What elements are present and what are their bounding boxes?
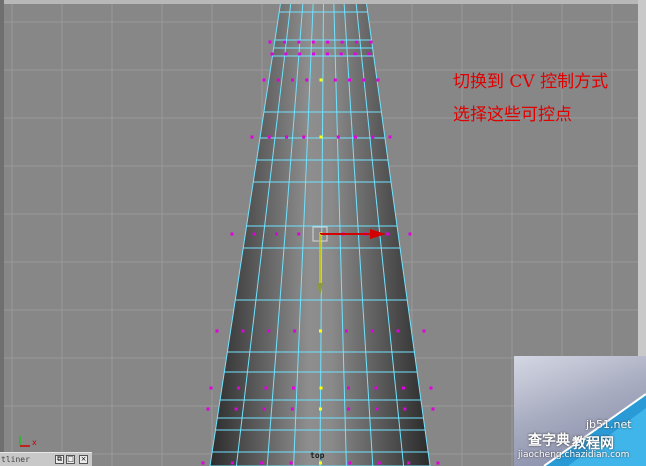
cv-point (431, 407, 435, 411)
cv-point (215, 329, 219, 333)
cv-point (260, 461, 264, 465)
cv-point (348, 461, 352, 465)
cv-point (408, 232, 412, 236)
cv-point (234, 407, 238, 411)
cv-point (347, 407, 351, 411)
cv-point (422, 329, 426, 333)
cv-point (370, 329, 374, 333)
cv-point (388, 135, 392, 139)
cv-point (305, 78, 309, 82)
cv-point (355, 40, 359, 44)
cv-point (268, 40, 272, 44)
cv-point (291, 78, 294, 82)
cv-point (407, 461, 411, 465)
restore-icon[interactable]: ⧉ (55, 455, 64, 464)
maximize-icon[interactable]: □ (66, 455, 75, 464)
cv-point-selected (319, 407, 322, 411)
cv-point (290, 407, 294, 411)
cv-point (333, 78, 337, 82)
annotation-select-points: 选择这些可控点 (453, 105, 572, 125)
cv-point (374, 386, 378, 390)
cv-point (312, 52, 316, 56)
cv-point (344, 329, 348, 333)
cv-point (347, 386, 350, 390)
cv-point (367, 52, 371, 56)
cv-point-selected (319, 329, 322, 333)
watermark-domain: jb51.net (586, 418, 632, 431)
cv-point (375, 407, 379, 411)
camera-label: top (310, 451, 325, 460)
cv-point (403, 407, 407, 411)
cv-point (369, 40, 373, 44)
cv-point (270, 52, 274, 56)
cv-point (276, 78, 280, 82)
cv-point (252, 232, 256, 236)
cv-point (311, 40, 315, 44)
cv-point (209, 386, 213, 390)
watermark-site-name: 查字典 (528, 433, 570, 449)
cv-point (230, 232, 234, 236)
cv-point (436, 461, 440, 465)
cv-point (402, 386, 405, 390)
cv-point (285, 135, 288, 139)
cv-point (250, 135, 254, 139)
cv-point-selected (319, 386, 323, 390)
cv-point (267, 329, 271, 333)
annotation-switch-cv: 切换到 CV 控制方式 (453, 72, 609, 92)
axis-x-label: x (32, 438, 37, 447)
cv-point (325, 52, 329, 56)
cv-point (348, 78, 351, 82)
cv-point (429, 386, 433, 390)
cv-point (289, 461, 293, 465)
cv-point (284, 52, 288, 56)
cv-point (371, 135, 375, 139)
viewport-frame-top (0, 0, 646, 4)
cv-point-selected (319, 135, 323, 139)
close-icon[interactable]: × (79, 455, 88, 464)
outliner-panel-bar[interactable]: tliner ⧉ □ × (0, 452, 92, 466)
cv-point (262, 78, 266, 82)
cv-point (353, 52, 357, 56)
cv-point (302, 135, 306, 139)
cv-point (264, 386, 268, 390)
axis-gizmo-icon: x (19, 436, 37, 447)
cv-point (230, 461, 234, 465)
cv-point (275, 232, 278, 236)
cv-point (386, 232, 390, 236)
cv-point (206, 407, 210, 411)
cv-point (326, 40, 330, 44)
cv-point (340, 40, 344, 44)
cv-point (267, 135, 271, 139)
outliner-title: tliner (1, 455, 30, 464)
cv-point (354, 135, 357, 139)
cv-point (237, 386, 240, 390)
cv-point (396, 329, 400, 333)
cv-point (362, 78, 366, 82)
cv-point (292, 386, 295, 390)
cv-point (297, 232, 301, 236)
cv-point (336, 135, 340, 139)
cv-point (241, 329, 245, 333)
cv-point (201, 461, 205, 465)
cv-point (377, 461, 381, 465)
viewport-frame-left (0, 0, 4, 466)
cv-point (297, 40, 301, 44)
cv-point (298, 52, 302, 56)
cv-point-selected (319, 78, 323, 82)
cv-point-selected (319, 461, 322, 465)
cv-point (376, 78, 380, 82)
cv-point (282, 40, 286, 44)
cv-point (339, 52, 343, 56)
cv-point (262, 407, 266, 411)
watermark-url: jiaocheng.chazidian.com (518, 450, 630, 460)
watermark-logo: jb51.net 查字典 教程网 jiaocheng.chazidian.com (514, 356, 646, 466)
cv-point (293, 329, 297, 333)
